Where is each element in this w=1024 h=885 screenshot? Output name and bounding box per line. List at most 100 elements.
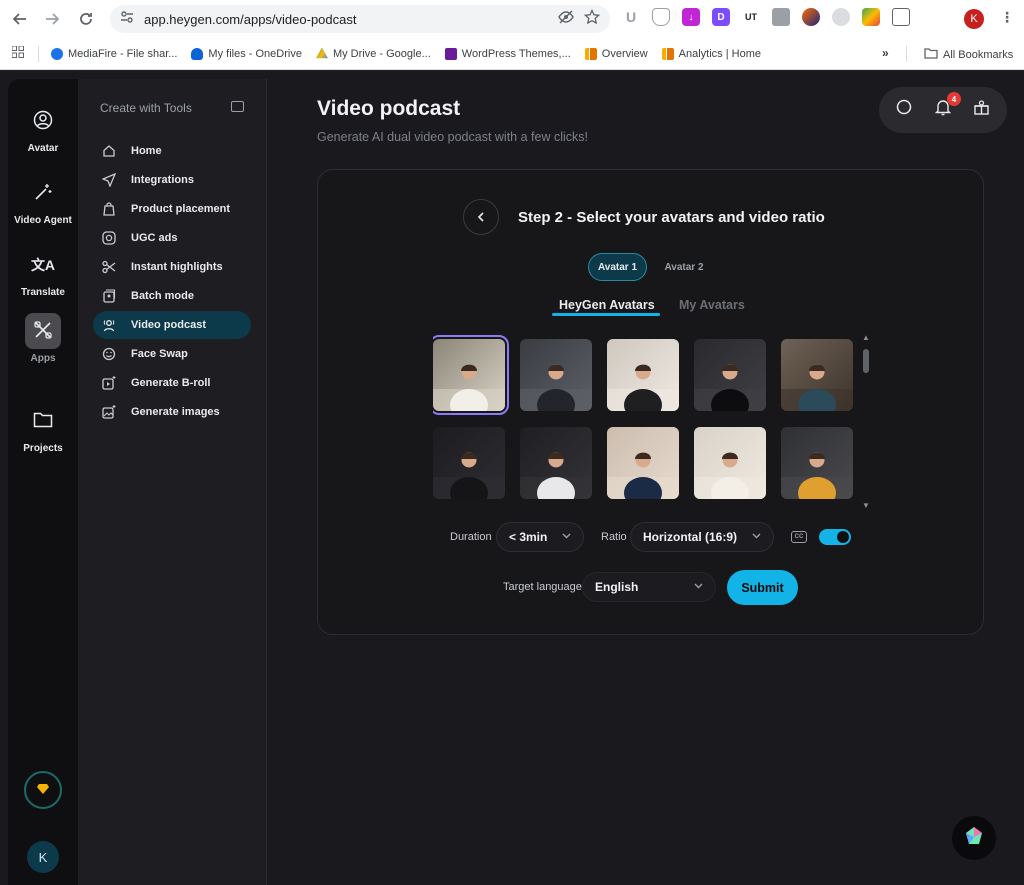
extension-ut-icon[interactable]: UT [742,8,760,26]
browser-toolbar: app.heygen.com/apps/video-podcast U ↓ D … [0,0,1024,38]
avatar-thumbnail[interactable] [694,339,766,411]
avatar-thumbnail[interactable] [520,427,592,499]
tool-product-placement[interactable]: Product placement [93,195,251,223]
avatar-grid-scrollbar[interactable]: ▲ ▼ [862,333,870,511]
avatar-thumbnail[interactable] [607,427,679,499]
tool-home[interactable]: Home [93,137,251,165]
tab-avatar-2[interactable]: Avatar 2 [658,253,710,281]
extension-color-icon[interactable] [862,8,880,26]
browser-profile-avatar[interactable]: K [964,9,984,29]
apps-grid-icon[interactable] [11,45,24,61]
extension-shield-icon[interactable] [652,8,670,26]
mediafire-icon [51,47,63,60]
bookmarks-bar: MediaFire - File shar... My files - OneD… [0,38,1024,70]
bookmark-google-drive[interactable]: My Drive - Google... [315,47,431,60]
gift-button[interactable] [970,98,994,122]
captions-toggle[interactable] [819,529,851,545]
scroll-down-icon[interactable]: ▼ [862,501,870,510]
collapse-panel-icon[interactable] [231,101,244,112]
tool-integrations[interactable]: Integrations [93,166,251,194]
upgrade-gem-button[interactable] [24,771,62,809]
tab-heygen-avatars[interactable]: HeyGen Avatars [559,298,655,312]
scroll-up-icon[interactable]: ▲ [862,333,870,342]
avatar-thumbnail[interactable] [520,339,592,411]
tab-avatar-1[interactable]: Avatar 1 [588,253,647,281]
tool-generate-b-roll[interactable]: Generate B-roll [93,369,251,397]
extension-d-icon[interactable]: D [712,8,730,26]
ratio-select[interactable]: Horizontal (16:9) [630,522,774,552]
forward-arrow-icon[interactable] [36,3,68,35]
extension-download-icon[interactable]: ↓ [682,8,700,26]
notifications-button[interactable]: 4 [931,92,961,122]
avatar-thumbnail[interactable] [433,335,509,415]
analytics-icon [661,47,674,60]
rail-item-apps[interactable]: Apps [8,313,78,364]
chevron-down-icon [694,581,703,592]
tools-panel: Create with Tools Home Integrations Prod… [78,79,267,885]
tool-instant-highlights[interactable]: Instant highlights [93,253,251,281]
scrollbar-thumb[interactable] [863,349,869,373]
tab-my-avatars[interactable]: My Avatars [679,298,745,312]
url-text[interactable]: app.heygen.com/apps/video-podcast [144,12,356,27]
eye-off-icon[interactable] [558,9,574,28]
search-button[interactable] [892,98,916,122]
rail-item-translate[interactable]: 文A Translate [8,247,78,298]
bookmark-overview[interactable]: Overview [584,47,648,60]
bookmark-mediafire[interactable]: MediaFire - File shar... [51,47,177,60]
bookmark-onedrive[interactable]: My files - OneDrive [191,47,302,60]
tool-face-swap[interactable]: Face Swap [93,340,251,368]
apps-icon [33,320,53,343]
notification-badge: 4 [946,92,961,106]
tool-ugc-ads[interactable]: UGC ads [93,224,251,252]
target-language-select[interactable]: English [582,572,716,602]
icon-rail: Avatar Video Agent 文A Translate Apps Pro… [8,79,78,885]
avatar-icon [33,110,53,133]
avatar-thumbnail[interactable] [781,427,853,499]
captions-icon: CC [791,531,807,543]
address-bar[interactable]: app.heygen.com/apps/video-podcast [110,5,610,33]
star-icon[interactable] [583,8,601,28]
tool-video-podcast[interactable]: Video podcast [93,311,251,339]
chevron-left-icon [477,209,485,225]
rail-item-video-agent[interactable]: Video Agent [8,175,78,226]
avatar-grid [433,335,858,510]
scissors-icon [101,259,117,275]
extension-camera-icon[interactable] [772,8,790,26]
step-card: Step 2 - Select your avatars and video r… [317,169,984,635]
avatar-thumbnail[interactable] [694,427,766,499]
chevron-down-icon [562,531,571,542]
extensions-puzzle-icon[interactable] [892,8,910,26]
duration-label: Duration [450,531,492,543]
all-bookmarks[interactable]: All Bookmarks [924,47,1013,62]
avatar-thumbnail[interactable] [781,339,853,411]
submit-button[interactable]: Submit [727,570,798,605]
back-button[interactable] [463,199,499,235]
avatar-thumbnail[interactable] [433,427,505,499]
extension-grey-icon[interactable] [832,8,850,26]
rail-item-avatar[interactable]: Avatar [8,103,78,154]
folder-icon [33,411,53,432]
back-arrow-icon[interactable] [4,3,36,35]
tool-batch-mode[interactable]: Batch mode [93,282,251,310]
browser-menu-icon[interactable]: ⋮ [1000,9,1014,26]
home-icon [101,143,117,159]
bookmarks-overflow-icon[interactable]: » [882,46,889,60]
reload-icon[interactable] [70,3,102,35]
analytics-bars-icon [584,47,597,60]
bookmark-analytics-home[interactable]: Analytics | Home [661,47,761,60]
bookmark-wordpress-themes[interactable]: WordPress Themes,... [444,47,571,60]
extension-u-icon[interactable]: U [622,8,640,26]
user-avatar[interactable]: K [27,841,59,873]
duration-select[interactable]: < 3min [496,522,584,552]
heygen-logo-icon [964,826,984,851]
instagram-icon [101,230,117,246]
page-title: Video podcast [317,97,461,120]
assistant-button[interactable] [952,816,996,860]
wordpress-themes-icon [444,47,457,60]
translate-icon: 文A [30,257,56,273]
avatar-thumbnail[interactable] [607,339,679,411]
extension-circle-icon[interactable] [802,8,820,26]
tool-generate-images[interactable]: Generate images [93,398,251,426]
rail-item-projects[interactable]: Projects [8,403,78,454]
site-settings-icon[interactable] [120,10,134,28]
